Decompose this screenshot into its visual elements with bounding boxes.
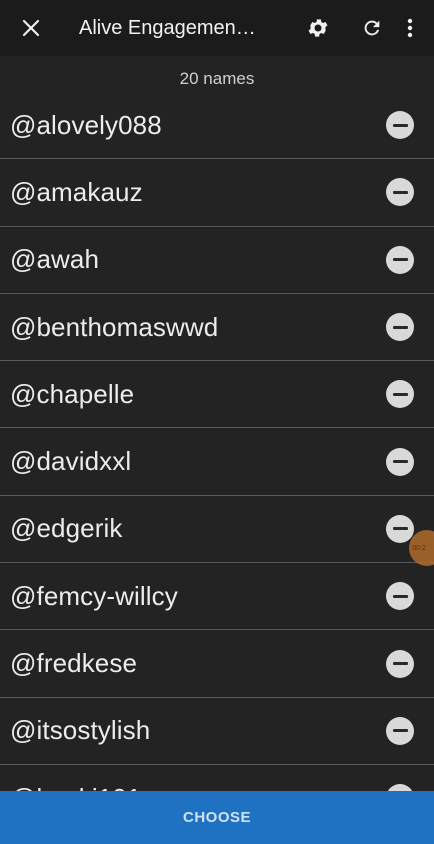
remove-circle-icon[interactable] xyxy=(386,313,414,342)
list-item-name: @femcy-willcy xyxy=(10,580,178,611)
remove-circle-icon[interactable] xyxy=(386,111,414,140)
choose-button[interactable]: CHOOSE xyxy=(0,791,434,844)
refresh-icon[interactable] xyxy=(350,6,394,50)
remove-circle-icon[interactable] xyxy=(386,514,414,543)
list-item-name: @awah xyxy=(10,244,100,275)
list-item-name: @davidxxl xyxy=(10,446,132,477)
app-screen: Alive Engagemen… 20 names @alovely088 @a… xyxy=(0,0,434,844)
remove-circle-icon[interactable] xyxy=(386,178,414,207)
close-icon[interactable] xyxy=(9,6,53,50)
list-item-name: @chapelle xyxy=(10,378,135,409)
names-list: @alovely088 @amakauz @awah @benthomaswwd… xyxy=(0,92,434,833)
list-item-name: @amakauz xyxy=(10,176,143,207)
list-item: @itsostylish xyxy=(0,698,434,765)
top-app-bar: Alive Engagemen… xyxy=(0,0,434,56)
list-item: @benthomaswwd xyxy=(0,294,434,362)
remove-circle-icon[interactable] xyxy=(386,716,414,745)
more-vert-icon[interactable] xyxy=(395,6,425,50)
remove-circle-icon[interactable] xyxy=(386,245,414,274)
list-item: @davidxxl xyxy=(0,428,434,496)
page-title: Alive Engagemen… xyxy=(79,16,256,39)
list-item: @awah xyxy=(0,227,434,294)
remove-circle-icon[interactable] xyxy=(386,582,414,611)
list-item: @femcy-willcy xyxy=(0,563,434,631)
list-item-name: @itsostylish xyxy=(10,715,151,746)
list-item: @fredkese xyxy=(0,630,434,698)
remove-circle-icon[interactable] xyxy=(386,380,414,409)
list-item-name: @benthomaswwd xyxy=(10,311,219,342)
list-item-name: @edgerik xyxy=(10,513,123,544)
list-item-name: @fredkese xyxy=(10,648,138,679)
list-item: @edgerik xyxy=(0,496,434,564)
list-item-name: @alovely088 xyxy=(10,109,162,140)
list-item: @amakauz xyxy=(0,159,434,227)
gear-icon[interactable] xyxy=(296,6,340,50)
list-item: @chapelle xyxy=(0,361,434,429)
list-item: @alovely088 xyxy=(0,92,434,160)
remove-circle-icon[interactable] xyxy=(386,447,414,476)
appbar-actions xyxy=(296,6,434,50)
remove-circle-icon[interactable] xyxy=(386,649,414,678)
